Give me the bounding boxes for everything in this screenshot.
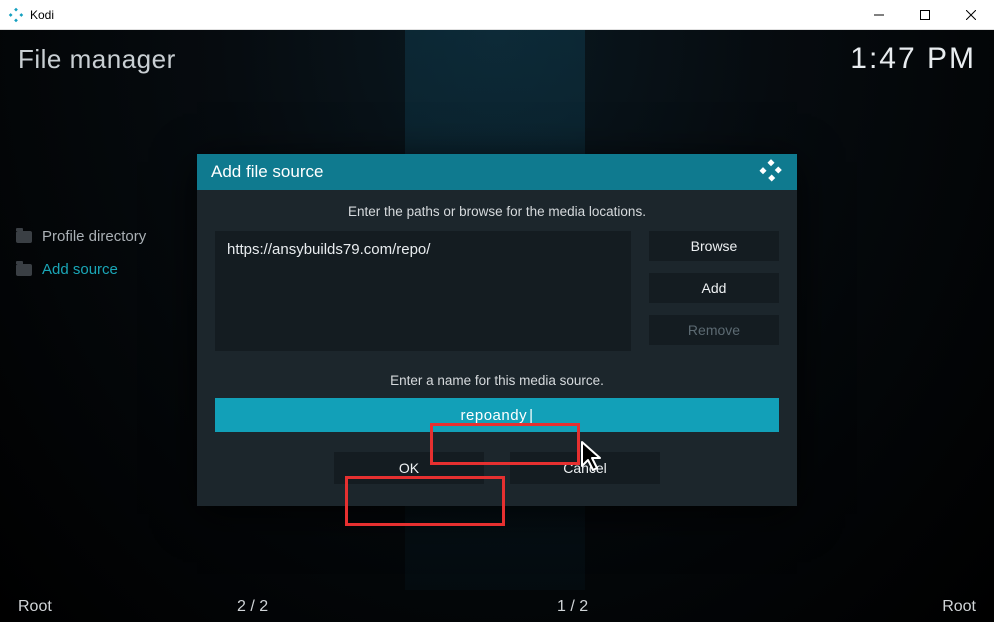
add-file-source-dialog: Add file source Enter the paths or brows… — [197, 154, 797, 506]
list-item-label: Profile directory — [42, 228, 146, 245]
status-counter-left: 2 / 2 — [237, 598, 268, 616]
button-label: Cancel — [563, 460, 607, 476]
window-titlebar: Kodi — [0, 0, 994, 30]
source-name-value: repoandy — [461, 407, 534, 424]
folder-icon — [16, 231, 32, 243]
minimize-button[interactable] — [856, 0, 902, 30]
status-left-root: Root — [18, 598, 52, 616]
button-label: Browse — [691, 238, 738, 254]
name-instruction: Enter a name for this media source. — [215, 373, 779, 388]
dialog-title: Add file source — [211, 162, 323, 182]
close-button[interactable] — [948, 0, 994, 30]
list-item-label: Add source — [42, 261, 118, 278]
status-bar: Root 2 / 2 1 / 2 Root — [18, 598, 976, 616]
dialog-header: Add file source — [197, 154, 797, 190]
cancel-button[interactable]: Cancel — [510, 452, 660, 484]
status-right-root: Root — [942, 598, 976, 616]
browse-button[interactable]: Browse — [649, 231, 779, 261]
dialog-instruction: Enter the paths or browse for the media … — [215, 204, 779, 219]
window-controls — [856, 0, 994, 30]
list-item-add-source[interactable]: Add source — [12, 253, 150, 286]
kodi-logo-icon — [759, 158, 783, 187]
list-item-profile-directory[interactable]: Profile directory — [12, 220, 150, 253]
dialog-body: Enter the paths or browse for the media … — [197, 190, 797, 506]
path-button-column: Browse Add Remove — [649, 231, 779, 351]
remove-button[interactable]: Remove — [649, 315, 779, 345]
button-label: Add — [702, 280, 727, 296]
page-title: File manager — [18, 44, 176, 75]
button-label: OK — [399, 460, 419, 476]
maximize-button[interactable] — [902, 0, 948, 30]
button-label: Remove — [688, 322, 740, 338]
source-name-input[interactable]: repoandy — [215, 398, 779, 432]
name-input-wrap: repoandy — [215, 398, 779, 432]
ok-button[interactable]: OK — [334, 452, 484, 484]
clock: 1:47 PM — [850, 42, 976, 76]
dialog-actions: OK Cancel — [215, 452, 779, 484]
status-counter-right: 1 / 2 — [557, 598, 588, 616]
window-title: Kodi — [30, 8, 54, 22]
file-list-left: Profile directory Add source — [12, 220, 150, 286]
folder-icon — [16, 264, 32, 276]
path-row: https://ansybuilds79.com/repo/ Browse Ad… — [215, 231, 779, 351]
path-value: https://ansybuilds79.com/repo/ — [227, 241, 430, 258]
add-button[interactable]: Add — [649, 273, 779, 303]
page-header: File manager 1:47 PM — [18, 42, 976, 76]
kodi-app-icon — [8, 7, 24, 23]
kodi-app-surface: File manager 1:47 PM Profile directory A… — [0, 30, 994, 622]
path-input[interactable]: https://ansybuilds79.com/repo/ — [215, 231, 631, 351]
